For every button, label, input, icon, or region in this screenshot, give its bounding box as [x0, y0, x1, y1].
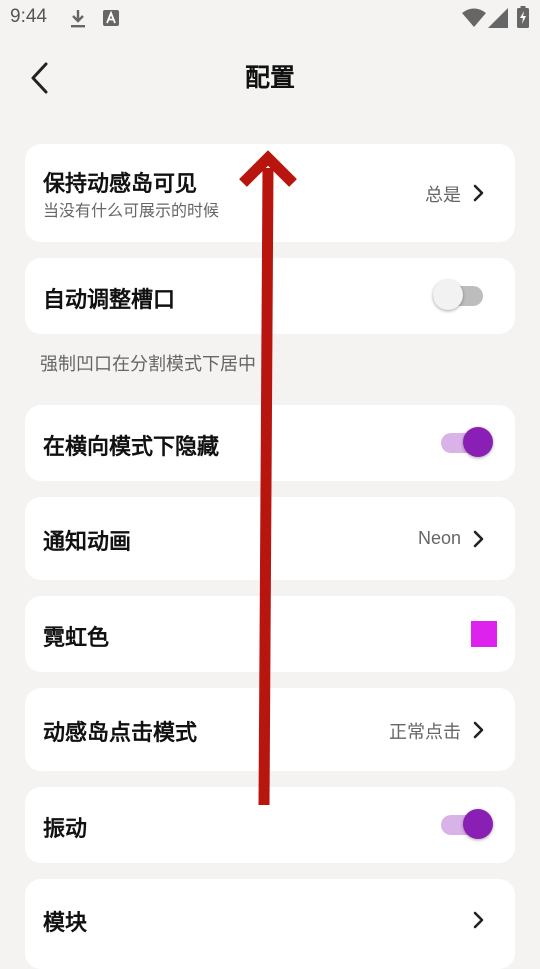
modules-row[interactable]: 模块 [25, 879, 515, 969]
notch-hint-text: 强制凹口在分割模式下居中 [40, 354, 256, 375]
status-time: 9:44 [10, 6, 47, 27]
status-bar: 9:44 [0, 0, 540, 36]
a-letter-icon [103, 10, 119, 26]
auto-adjust-notch-row[interactable]: 自动调整槽口 [25, 258, 515, 334]
toggle-thumb [433, 280, 463, 310]
click-mode-value: 正常点击 [389, 722, 461, 742]
neon-color-label: 霓虹色 [43, 626, 110, 651]
keep-island-visible-value: 总是 [425, 185, 461, 205]
chevron-right-icon [473, 911, 484, 929]
toggle-thumb [463, 809, 493, 839]
click-mode-label: 动感岛点击模式 [43, 721, 198, 746]
click-mode-row[interactable]: 动感岛点击模式 正常点击 [25, 688, 515, 771]
chevron-right-icon [473, 184, 484, 202]
vibration-row[interactable]: 振动 [25, 787, 515, 863]
notification-animation-row[interactable]: 通知动画 Neon [25, 497, 515, 580]
vibration-label: 振动 [43, 817, 88, 842]
app-bar: 配置 [0, 40, 540, 112]
neon-color-swatch[interactable] [471, 621, 497, 647]
notification-animation-value: Neon [417, 528, 461, 548]
hide-landscape-label: 在横向模式下隐藏 [43, 435, 220, 460]
hide-landscape-row[interactable]: 在横向模式下隐藏 [25, 405, 515, 481]
toggle-thumb [463, 427, 493, 457]
keep-island-visible-label: 保持动感岛可见 [43, 172, 198, 197]
keep-island-visible-row[interactable]: 保持动感岛可见 当没有什么可展示的时候 总是 [25, 144, 515, 242]
battery-charging-icon [517, 6, 529, 28]
keep-island-visible-subtitle: 当没有什么可展示的时候 [43, 201, 220, 220]
download-icon [71, 10, 85, 28]
hide-landscape-toggle[interactable] [441, 425, 493, 461]
auto-adjust-notch-toggle[interactable] [433, 278, 485, 314]
chevron-right-icon [473, 530, 484, 548]
notification-animation-label: 通知动画 [43, 530, 132, 555]
signal-icon [488, 8, 508, 28]
wifi-icon [462, 8, 486, 27]
auto-adjust-notch-label: 自动调整槽口 [43, 288, 176, 313]
neon-color-row[interactable]: 霓虹色 [25, 596, 515, 672]
page-title: 配置 [244, 63, 295, 92]
chevron-right-icon [473, 721, 484, 739]
modules-label: 模块 [43, 911, 88, 936]
vibration-toggle[interactable] [441, 807, 493, 843]
